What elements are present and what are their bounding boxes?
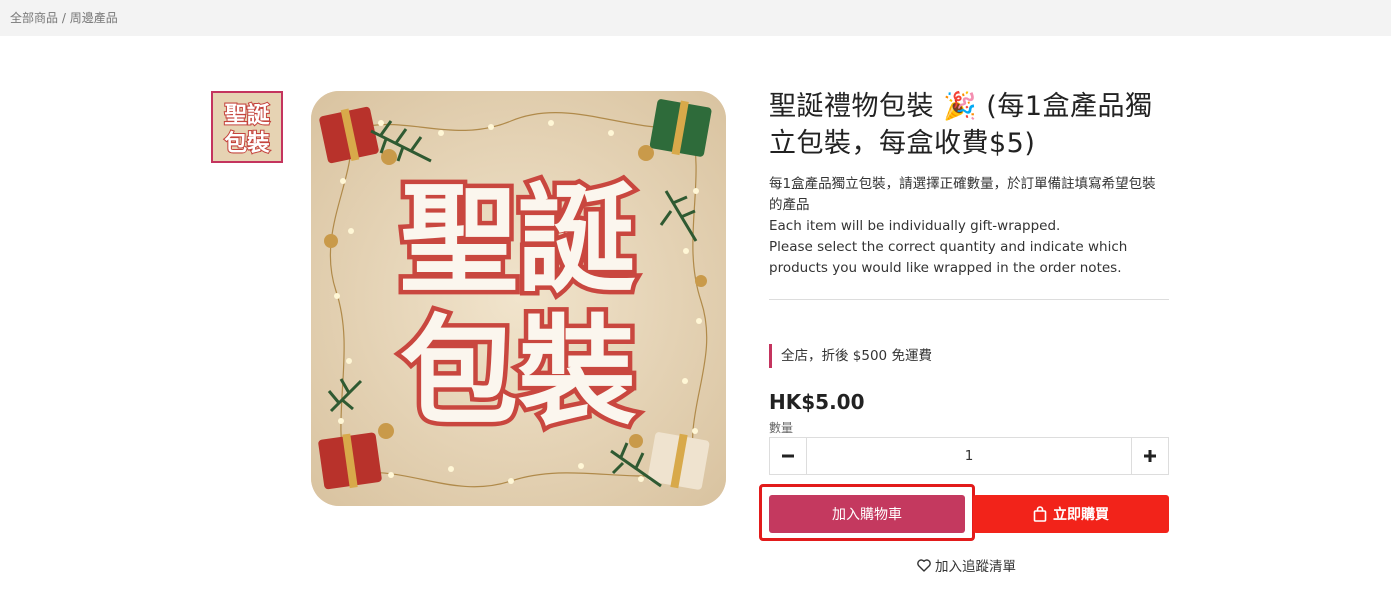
description-line: 每1盒產品獨立包裝，請選擇正確數量，於訂單備註填寫希望包裝: [769, 176, 1156, 192]
minus-icon: [782, 454, 794, 458]
plus-icon: [1144, 450, 1156, 462]
quantity-stepper: [769, 437, 1169, 475]
description-line: 的產品: [769, 197, 810, 213]
promo-banner: 全店，折後 $500 免運費: [769, 344, 932, 368]
breadcrumb-bar: 全部商品 / 周邊產品: [0, 0, 1391, 36]
thumbnail-text-2: 包裝: [224, 130, 270, 157]
wishlist-label: 加入追蹤清單: [935, 559, 1016, 575]
product-main-image[interactable]: 聖誕 包裝: [311, 91, 726, 506]
description-line: Please select the correct quantity and i…: [769, 239, 1128, 255]
image-text-christmas: 聖誕: [400, 171, 636, 309]
divider: [769, 299, 1169, 300]
add-to-cart-button[interactable]: 加入購物車: [769, 495, 965, 533]
description-line: Each item will be individually gift-wrap…: [769, 218, 1061, 234]
quantity-increase-button[interactable]: [1131, 438, 1168, 474]
description-line: products you would like wrapped in the o…: [769, 260, 1122, 276]
product-description: 每1盒產品獨立包裝，請選擇正確數量，於訂單備註填寫希望包裝 的產品 Each i…: [769, 174, 1169, 279]
breadcrumb-merchandise[interactable]: 周邊產品: [70, 11, 118, 25]
quantity-label: 數量: [769, 421, 794, 435]
buy-now-button[interactable]: 立即購買: [973, 495, 1169, 533]
add-to-wishlist-link[interactable]: 加入追蹤清單: [917, 555, 1016, 575]
product-thumbnail[interactable]: 聖誕 包裝: [211, 91, 283, 163]
quantity-decrease-button[interactable]: [770, 438, 807, 474]
product-title: 聖誕禮物包裝 🎉 (每1盒產品獨立包裝，每盒收費$5): [769, 91, 1153, 159]
image-text-wrapping: 包裝: [400, 303, 637, 441]
product-info: 聖誕禮物包裝 🎉 (每1盒產品獨立包裝，每盒收費$5) 每1盒產品獨立包裝，請選…: [769, 88, 1169, 279]
thumbnail-text-1: 聖誕: [224, 102, 270, 128]
product-price: HK$5.00: [769, 390, 865, 414]
quantity-input[interactable]: [807, 438, 1131, 474]
breadcrumb-separator: /: [58, 11, 70, 25]
buy-now-label: 立即購買: [1053, 507, 1109, 523]
heart-icon: [917, 558, 931, 572]
breadcrumb-all-products[interactable]: 全部商品: [10, 11, 58, 25]
breadcrumb: 全部商品 / 周邊產品: [10, 9, 118, 26]
shopping-bag-icon: [1033, 506, 1047, 522]
